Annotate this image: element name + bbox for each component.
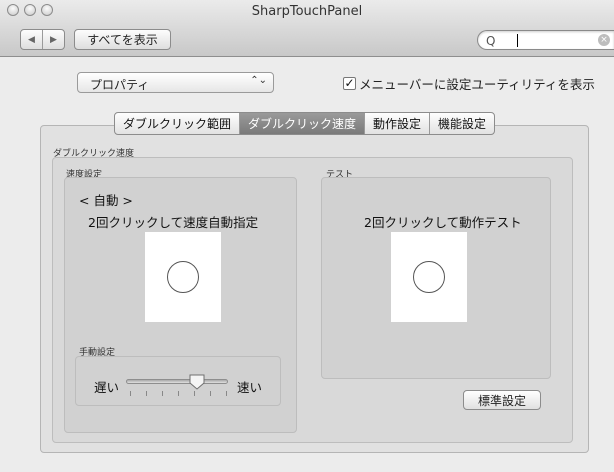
circle-icon [413,261,445,293]
forward-arrow-icon[interactable]: ▶ [42,30,64,49]
test-instruction: 2回クリックして動作テスト [364,215,522,230]
speed-mode-label: < 自動 > [79,193,133,208]
speed-slider-track[interactable] [126,379,228,384]
settings-popup-button[interactable]: プロパティ ⌃⌄ [77,72,274,93]
slow-label: 遅い [94,380,120,395]
window-title: SharpTouchPanel [251,4,363,19]
show-in-menubar-option[interactable]: ✓ メニューバーに設定ユーティリティを表示 [343,74,595,93]
speed-auto-instruction: 2回クリックして速度自動指定 [88,215,259,230]
popup-selected-value: プロパティ [90,78,150,92]
speed-click-target[interactable] [145,232,221,322]
slider-tick [178,391,179,396]
tab-double-click-speed[interactable]: ダブルクリック速度 [239,113,365,134]
title-toolbar: SharpTouchPanel ◀ ▶ すべてを表示 Q × [0,0,614,57]
speed-slider-thumb[interactable] [189,374,205,390]
tab-double-click-range[interactable]: ダブルクリック範囲 [115,113,239,134]
slider-tick [210,391,211,396]
default-settings-button[interactable]: 標準設定 [463,390,541,410]
back-forward-control: ◀ ▶ [20,29,65,50]
slider-tick [162,391,163,396]
show-in-menubar-checkbox[interactable]: ✓ [343,77,356,90]
tab-operation-settings[interactable]: 動作設定 [364,113,429,134]
circle-icon [167,261,199,293]
slider-tick [194,391,195,396]
clear-search-icon[interactable]: × [598,34,610,46]
slider-tick [226,391,227,396]
tab-function-settings[interactable]: 機能設定 [429,113,494,134]
search-icon: Q [486,34,496,48]
slider-tick [146,391,147,396]
slider-tick [130,391,131,396]
popup-arrows-icon: ⌃⌄ [250,75,267,86]
tab-bar: ダブルクリック範囲 ダブルクリック速度 動作設定 機能設定 [114,112,496,135]
preferences-window: SharpTouchPanel ◀ ▶ すべてを表示 Q × プロパティ ⌃⌄ … [0,0,614,472]
show-all-button[interactable]: すべてを表示 [74,29,171,50]
back-arrow-icon[interactable]: ◀ [21,30,42,49]
search-field[interactable]: Q × [477,30,614,50]
test-click-target[interactable] [391,232,467,322]
show-in-menubar-label: メニューバーに設定ユーティリティを表示 [359,77,595,92]
fast-label: 速い [237,380,263,395]
text-caret [517,34,518,47]
